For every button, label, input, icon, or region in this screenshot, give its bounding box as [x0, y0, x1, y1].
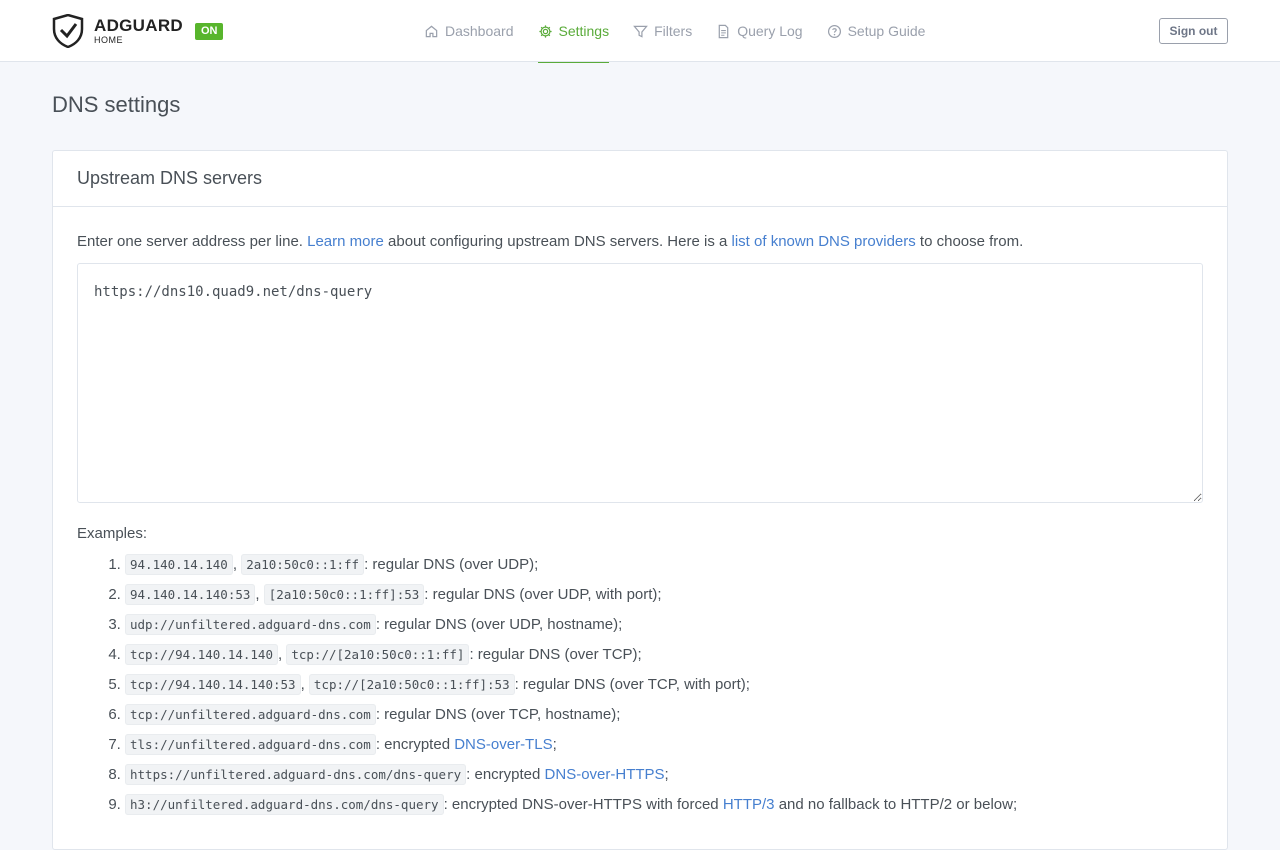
document-icon [718, 24, 729, 38]
top-header: ADGUARD HOME ON Dashboard Settings Filte… [0, 0, 1280, 63]
intro-text-1: Enter one server address per line. [77, 233, 303, 250]
example-item: 94.140.14.140, 2a10:50c0::1:ff: regular … [125, 550, 1203, 580]
help-circle-icon [827, 24, 841, 38]
example-doc-link[interactable]: HTTP/3 [723, 796, 775, 813]
intro-text-2: about configuring upstream DNS servers. … [388, 233, 728, 250]
example-code: 94.140.14.140 [125, 554, 233, 575]
example-doc-link[interactable]: DNS-over-TLS [454, 736, 552, 753]
example-code: 94.140.14.140:53 [125, 584, 256, 605]
adguard-shield-icon [52, 14, 84, 48]
filter-icon [633, 25, 648, 38]
nav-dashboard[interactable]: Dashboard [424, 0, 514, 62]
example-item: tcp://unfiltered.adguard-dns.com: regula… [125, 700, 1203, 730]
example-code: h3://unfiltered.adguard-dns.com/dns-quer… [125, 794, 444, 815]
example-code: [2a10:50c0::1:ff]:53 [263, 584, 425, 605]
example-description: : regular DNS (over UDP, hostname); [375, 616, 623, 633]
example-suffix: ; [664, 766, 669, 783]
home-icon [425, 25, 438, 37]
example-description: : regular DNS (over UDP, with port); [424, 586, 662, 603]
upstream-dns-card: Upstream DNS servers Enter one server ad… [52, 150, 1228, 850]
example-description: : encrypted [375, 736, 451, 753]
example-code: 2a10:50c0::1:ff [241, 554, 365, 575]
example-item: 94.140.14.140:53, [2a10:50c0::1:ff]:53: … [125, 580, 1203, 610]
nav-query-log[interactable]: Query Log [716, 0, 803, 62]
example-code: tcp://94.140.14.140 [125, 644, 278, 665]
example-item: udp://unfiltered.adguard-dns.com: regula… [125, 610, 1203, 640]
example-code: tcp://unfiltered.adguard-dns.com [125, 704, 376, 725]
nav-setup-guide-label: Setup Guide [847, 23, 926, 39]
example-item: https://unfiltered.adguard-dns.com/dns-q… [125, 760, 1203, 790]
examples-label: Examples: [77, 525, 148, 542]
example-suffix: and no fallback to HTTP/2 or below; [778, 796, 1018, 813]
nav-setup-guide[interactable]: Setup Guide [827, 0, 926, 62]
nav-settings[interactable]: Settings [537, 0, 610, 63]
example-suffix: ; [552, 736, 557, 753]
example-description: : encrypted [466, 766, 541, 783]
card-header: Upstream DNS servers [53, 151, 1227, 207]
example-code: tcp://[2a10:50c0::1:ff] [286, 644, 470, 665]
page-title: DNS settings [52, 92, 181, 117]
brand-sub: HOME [94, 35, 123, 45]
protection-status-badge: ON [194, 22, 224, 40]
example-description: : regular DNS (over TCP); [469, 646, 642, 663]
intro-text-3: to choose from. [919, 233, 1024, 250]
example-code: tls://unfiltered.adguard-dns.com [125, 734, 376, 755]
example-description: : regular DNS (over TCP, hostname); [375, 706, 621, 723]
nav-filters-label: Filters [654, 23, 693, 39]
nav-settings-label: Settings [558, 23, 610, 39]
example-code: https://unfiltered.adguard-dns.com/dns-q… [125, 764, 467, 785]
example-code: tcp://94.140.14.140:53 [125, 674, 301, 695]
example-item: tcp://94.140.14.140:53, tcp://[2a10:50c0… [125, 670, 1203, 700]
example-description: : encrypted DNS-over-HTTPS with forced [443, 796, 719, 813]
nav-query-log-label: Query Log [737, 23, 803, 39]
sign-out-button[interactable]: Sign out [1159, 18, 1228, 44]
example-code: tcp://[2a10:50c0::1:ff]:53 [308, 674, 515, 695]
main-nav: Dashboard Settings Filters Query Log Set… [424, 0, 949, 63]
example-code: udp://unfiltered.adguard-dns.com [125, 614, 376, 635]
example-item: h3://unfiltered.adguard-dns.com/dns-quer… [125, 790, 1203, 820]
example-item: tcp://94.140.14.140, tcp://[2a10:50c0::1… [125, 640, 1203, 670]
nav-filters[interactable]: Filters [633, 0, 692, 62]
learn-more-link[interactable]: Learn more [307, 233, 384, 250]
upstream-dns-textarea[interactable]: https://dns10.quad9.net/dns-query [77, 263, 1203, 503]
brand-logo[interactable]: ADGUARD HOME ON [52, 14, 224, 48]
example-item: tls://unfiltered.adguard-dns.com: encryp… [125, 730, 1203, 760]
example-description: : regular DNS (over UDP); [364, 556, 539, 573]
card-title: Upstream DNS servers [77, 168, 263, 188]
card-body: Enter one server address per line. Learn… [53, 207, 1227, 820]
dns-providers-link[interactable]: list of known DNS providers [732, 233, 916, 250]
example-description: : regular DNS (over TCP, with port); [514, 676, 750, 693]
example-doc-link[interactable]: DNS-over-HTTPS [545, 766, 665, 783]
gear-icon [538, 24, 552, 38]
brand-name: ADGUARD [94, 16, 183, 35]
examples-list: 94.140.14.140, 2a10:50c0::1:ff: regular … [77, 550, 1203, 820]
upstream-intro: Enter one server address per line. Learn… [77, 231, 1203, 253]
nav-dashboard-label: Dashboard [445, 23, 514, 39]
